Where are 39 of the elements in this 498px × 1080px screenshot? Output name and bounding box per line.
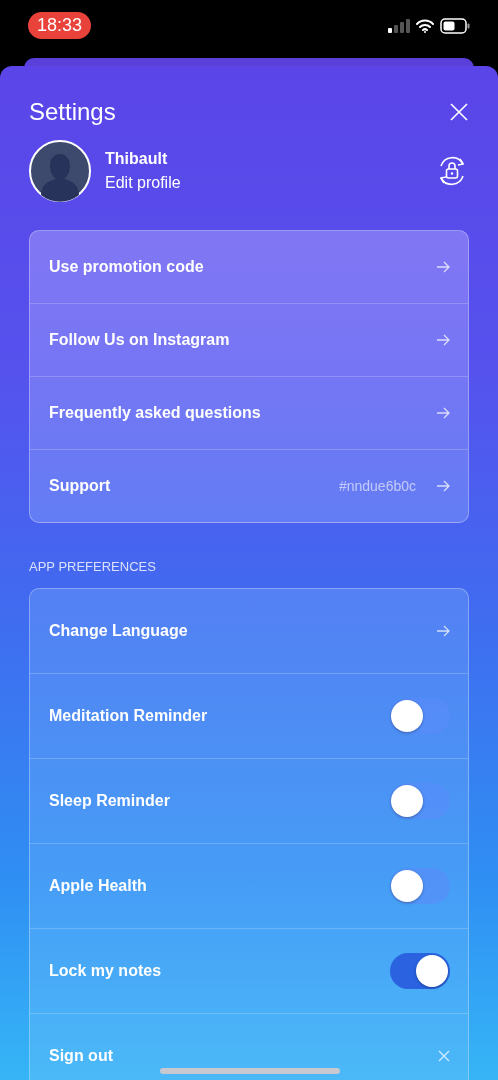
battery-icon (440, 18, 470, 34)
arrow-icon (436, 407, 450, 419)
settings-row[interactable]: Use promotion code (30, 231, 468, 303)
row-label: Use promotion code (49, 258, 204, 276)
settings-row[interactable]: Lock my notes (30, 928, 468, 1013)
row-label: Sign out (49, 1047, 113, 1065)
settings-row[interactable]: Change Language (30, 589, 468, 673)
row-label: Change Language (49, 622, 188, 640)
settings-title: Settings (29, 98, 116, 126)
toggle-switch[interactable] (390, 698, 450, 734)
edit-profile-link[interactable]: Edit profile (105, 174, 421, 192)
status-time: 18:33 (28, 11, 92, 39)
settings-row[interactable]: Apple Health (30, 843, 468, 928)
profile-name: Thibault (105, 150, 169, 168)
row-label: Apple Health (49, 877, 147, 895)
settings-row[interactable]: Meditation Reminder (30, 673, 468, 758)
wifi-icon (416, 19, 434, 33)
settings-row[interactable]: Frequently asked questions (30, 376, 468, 449)
toggle-switch[interactable] (390, 953, 450, 989)
settings-row[interactable]: Follow Us on Instagram (30, 303, 468, 376)
row-label: Sleep Reminder (49, 792, 170, 810)
row-label: Follow Us on Instagram (49, 331, 230, 349)
arrow-icon (436, 261, 450, 273)
avatar[interactable] (29, 140, 91, 202)
row-label: Lock my notes (49, 962, 162, 980)
arrow-icon (436, 334, 450, 346)
row-value: #nndue6b0c (338, 478, 416, 494)
row-label: Frequently asked questions (49, 404, 261, 422)
row-label: Support (49, 477, 111, 495)
arrow-icon (436, 625, 450, 637)
section-heading: APP PREFERENCES (29, 559, 157, 574)
arrow-icon (436, 480, 450, 492)
row-label: Meditation Reminder (49, 707, 208, 725)
signal-icon (388, 19, 410, 33)
toggle-switch[interactable] (390, 868, 450, 904)
settings-row[interactable]: Sleep Reminder (30, 758, 468, 843)
toggle-switch[interactable] (390, 783, 450, 819)
settings-row[interactable]: Support #nndue6b0c (30, 449, 468, 522)
close-icon[interactable] (449, 102, 469, 122)
